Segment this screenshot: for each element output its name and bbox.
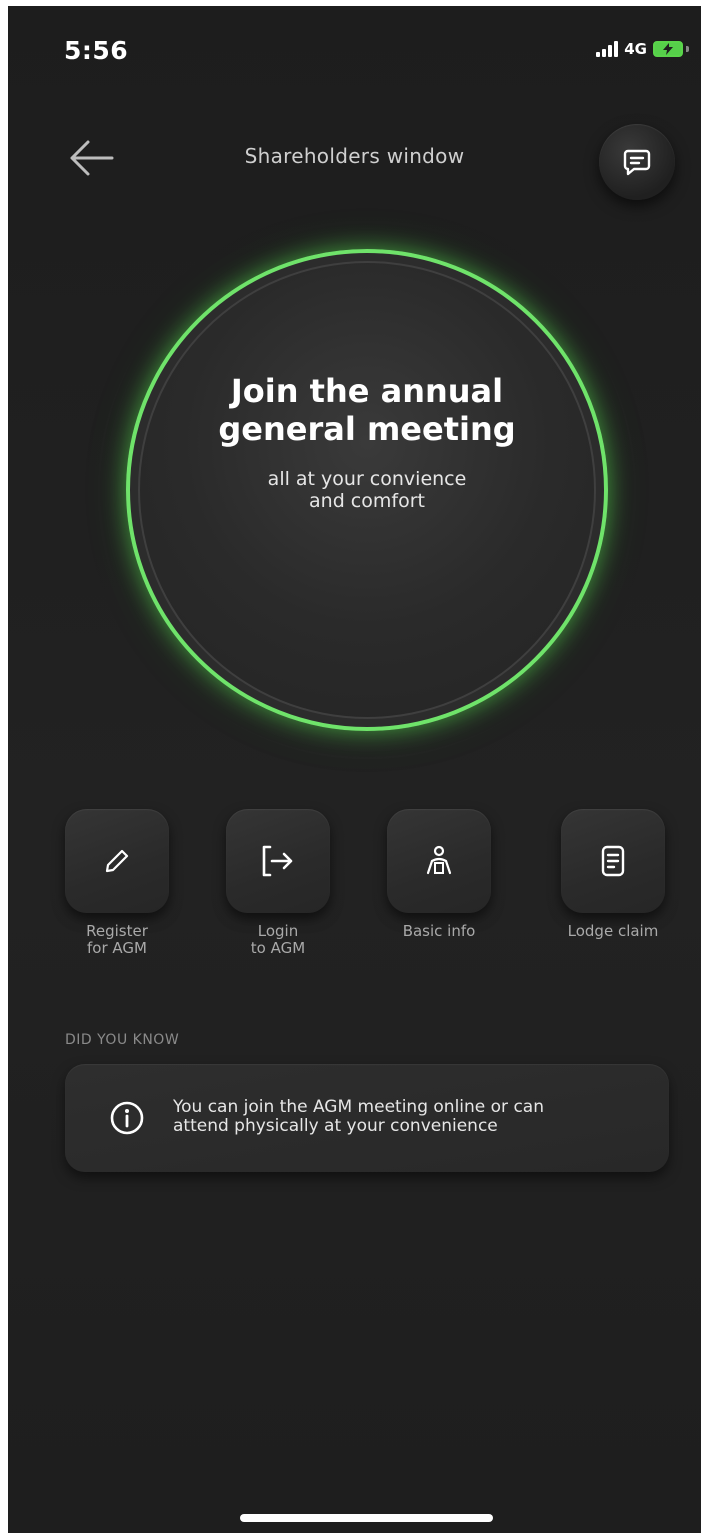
- signal-icon: [596, 41, 619, 57]
- status-indicators: 4G: [596, 40, 689, 58]
- login-to-agm-button[interactable]: Login to AGM: [223, 809, 333, 957]
- hero-title: Join the annual general meeting: [126, 372, 608, 448]
- basic-info-button[interactable]: Basic info: [384, 809, 494, 940]
- app-screen: 5:56 4G Shareholders window Join the ann…: [8, 6, 701, 1533]
- status-time: 5:56: [64, 36, 129, 65]
- action-tile[interactable]: [561, 809, 665, 913]
- pencil-icon: [105, 849, 129, 873]
- action-tile[interactable]: [226, 809, 330, 913]
- section-heading: DID YOU KNOW: [65, 1032, 180, 1048]
- hero-subtitle: all at your convience and comfort: [126, 468, 608, 512]
- action-label-line: Basic info: [402, 922, 476, 940]
- info-icon: [110, 1101, 144, 1135]
- lodge-claim-button[interactable]: Lodge claim: [558, 809, 668, 940]
- person-icon: [426, 845, 452, 875]
- info-text-line: You can join the AGM meeting online or c…: [173, 1097, 544, 1117]
- info-text-line: attend physically at your convenience: [173, 1116, 498, 1136]
- action-label: Basic info: [384, 923, 494, 940]
- action-label-line: Login: [257, 922, 299, 940]
- battery-tip: [686, 46, 689, 52]
- info-card: You can join the AGM meeting online or c…: [65, 1064, 669, 1172]
- info-text: You can join the AGM meeting online or c…: [173, 1098, 649, 1136]
- action-tile[interactable]: [387, 809, 491, 913]
- home-indicator[interactable]: [240, 1514, 493, 1522]
- action-label-line: Lodge claim: [567, 922, 659, 940]
- action-label: Lodge claim: [558, 923, 668, 940]
- login-icon: [262, 845, 293, 877]
- document-icon: [601, 845, 625, 877]
- message-icon: [623, 149, 651, 176]
- action-label: Register for AGM: [62, 923, 172, 957]
- action-label-line: for AGM: [87, 939, 147, 957]
- action-label: Login to AGM: [223, 923, 333, 957]
- hero-title-line: Join the annual: [230, 372, 504, 410]
- register-for-agm-button[interactable]: Register for AGM: [62, 809, 172, 957]
- action-tile[interactable]: [65, 809, 169, 913]
- action-label-line: to AGM: [250, 939, 306, 957]
- hero-subtitle-line: all at your convience: [267, 468, 467, 490]
- network-type: 4G: [624, 40, 647, 58]
- hero-subtitle-line: and comfort: [309, 490, 425, 512]
- hero-title-line: general meeting: [218, 410, 516, 448]
- battery-icon: [653, 41, 683, 57]
- page-title: Shareholders window: [244, 144, 465, 168]
- action-label-line: Register: [86, 922, 148, 940]
- chat-button[interactable]: [599, 124, 675, 200]
